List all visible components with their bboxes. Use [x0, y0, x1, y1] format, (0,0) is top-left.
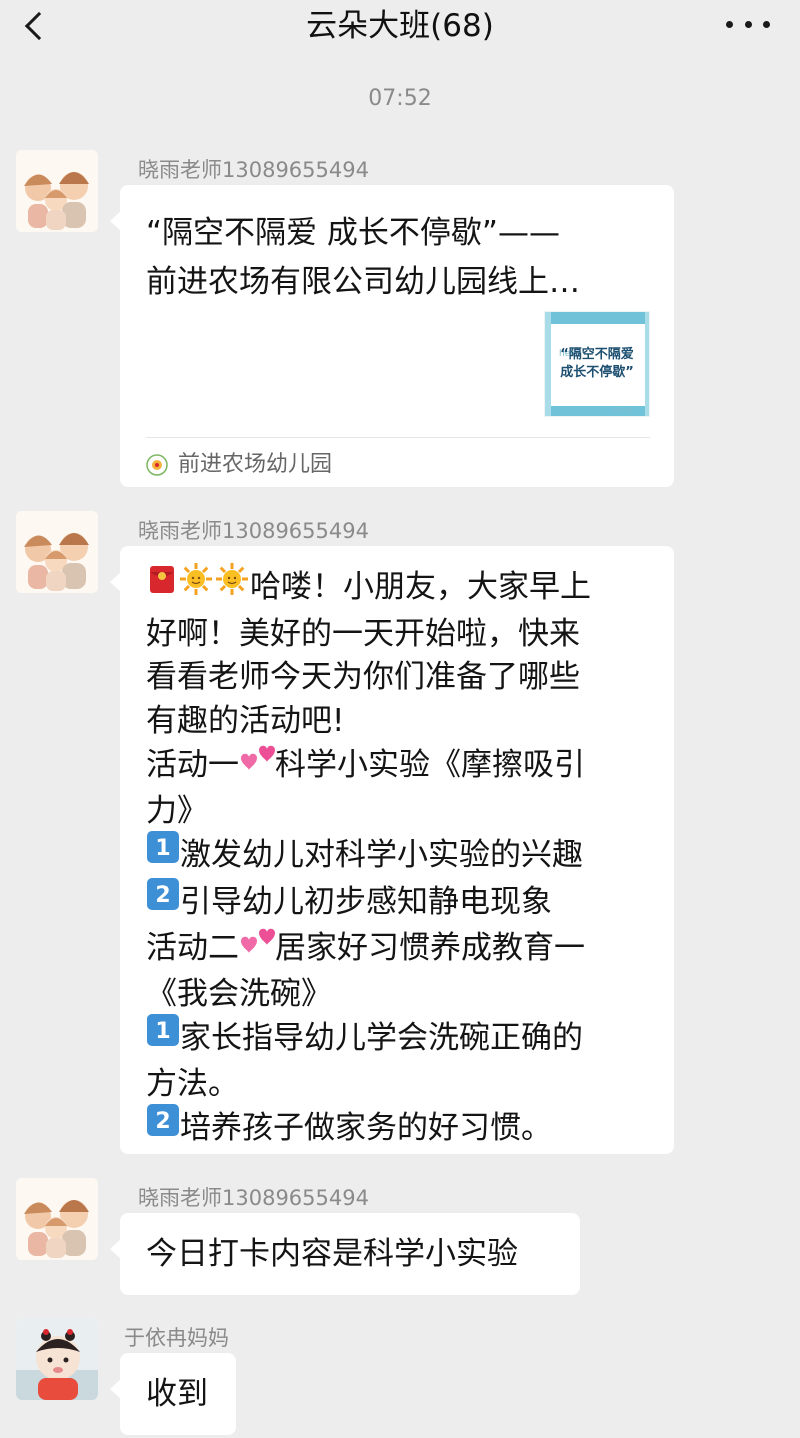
text-message[interactable]: 哈喽！小朋友，大家早上 好啊！美好的一天开始啦，快来 看看老师今天为你们准备了哪… — [110, 546, 674, 1154]
card-title: “隔空不隔爱 成长不停歇”—— 前进农场有限公司幼儿园线上… — [146, 215, 580, 300]
message-timestamp: 07:52 — [368, 86, 432, 111]
svg-text:1: 1 — [155, 1019, 170, 1044]
two-hearts-icon — [239, 740, 275, 787]
more-button[interactable] — [726, 12, 770, 36]
message-text: 收到 — [146, 1376, 208, 1412]
message-line: 力》 — [146, 792, 208, 829]
link-card-message[interactable]: “隔空不隔爱 成长不停歇”—— 前进农场有限公司幼儿园线上… hello “隔空… — [110, 185, 674, 487]
sun-icon — [214, 561, 250, 610]
message-line: 2 引导幼儿初步感知静电现象 — [146, 877, 650, 927]
card-divider — [146, 437, 650, 438]
text-message[interactable]: 收到 — [110, 1353, 236, 1435]
card-source-name: 前进农场幼儿园 — [178, 452, 333, 478]
two-hearts-icon — [239, 923, 275, 970]
keycap-number-icon: 1 — [146, 1013, 180, 1060]
sender-name: 于依冉妈妈 — [124, 1326, 229, 1350]
message-line: 2 培养孩子做家务的好习惯。 — [146, 1103, 650, 1153]
card-source[interactable]: 前进农场幼儿园 — [146, 447, 332, 483]
message-line: 活动二 居家好习惯养成教育一 — [146, 926, 650, 973]
more-dots-icon — [726, 20, 733, 28]
message-line: 1 家长指导幼儿学会洗碗正确的 — [146, 1013, 650, 1063]
sender-name: 晓雨老师13089655494 — [138, 1186, 369, 1210]
sun-icon — [178, 561, 214, 610]
keycap-number-icon: 1 — [146, 830, 180, 877]
teacher-avatar-illustration-icon — [16, 1178, 98, 1260]
sender-name: 晓雨老师13089655494 — [138, 519, 369, 543]
chat-title: 云朵大班(68) — [306, 8, 494, 44]
message-line: 看看老师今天为你们准备了哪些 — [146, 659, 580, 695]
message-line: 方法。 — [146, 1065, 239, 1102]
svg-text:1: 1 — [155, 836, 170, 861]
red-envelope-icon — [146, 563, 178, 608]
message-line: 活动一 科学小实验《摩擦吸引 — [146, 743, 650, 790]
keycap-number-icon: 2 — [146, 877, 180, 924]
message-line: 哈喽！小朋友，大家早上 — [146, 561, 650, 613]
keycap-number-icon: 2 — [146, 1103, 180, 1150]
message-line: 好啊！美好的一天开始啦，快来 — [146, 615, 580, 652]
message-line: 1 激发幼儿对科学小实验的兴趣 — [146, 830, 650, 880]
svg-text:2: 2 — [155, 1109, 170, 1134]
svg-text:2: 2 — [155, 883, 170, 908]
parent-avatar[interactable] — [16, 1318, 98, 1400]
teacher-avatar[interactable] — [16, 1178, 98, 1260]
teacher-avatar-illustration-icon — [16, 511, 98, 593]
chat-header: 云朵大班(68) — [0, 0, 800, 56]
teacher-avatar[interactable] — [16, 511, 98, 593]
teacher-avatar[interactable] — [16, 150, 98, 232]
kindergarten-logo-icon — [146, 454, 168, 476]
card-thumbnail: hello “隔空不隔爱 成长不停歇” time — [544, 311, 650, 417]
parent-avatar-illustration-icon — [16, 1318, 98, 1400]
message-text: 今日打卡内容是科学小实验 — [146, 1236, 518, 1272]
sender-name: 晓雨老师13089655494 — [138, 158, 369, 182]
message-line: 有趣的活动吧! — [146, 702, 345, 739]
message-line: 《我会洗碗》 — [146, 975, 332, 1012]
text-message[interactable]: 今日打卡内容是科学小实验 — [110, 1213, 580, 1295]
teacher-avatar-illustration-icon — [16, 150, 98, 232]
